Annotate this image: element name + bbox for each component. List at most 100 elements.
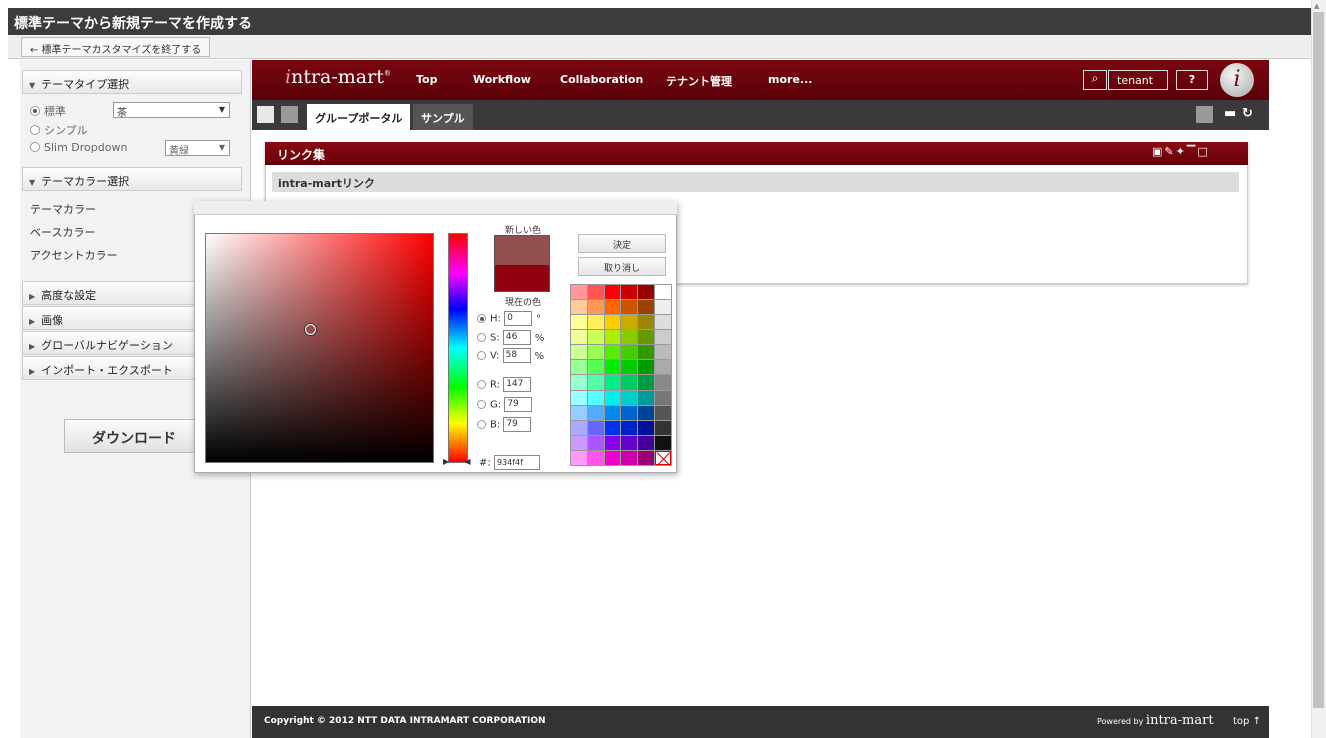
user-menu-icon[interactable]: i [1220,63,1254,97]
tab-sample[interactable]: サンプル [413,104,473,130]
palette-swatch[interactable] [587,405,604,420]
palette-swatch[interactable] [655,375,671,390]
palette-swatch[interactable] [604,330,621,345]
hue-input[interactable]: 0 [504,311,533,326]
palette-swatch[interactable] [571,345,587,360]
palette-swatch[interactable] [587,435,604,450]
layout-toggle-icon[interactable] [257,106,274,123]
value-input[interactable]: 58 [502,348,531,363]
theme-color-label[interactable]: テーマカラー [30,201,96,217]
palette-swatch[interactable] [604,285,621,300]
palette-swatch[interactable] [638,375,655,390]
palette-swatch[interactable] [621,345,638,360]
color-picker-drag-bar[interactable] [194,201,677,215]
palette-swatch[interactable] [638,420,655,435]
saturation-value-field[interactable] [205,233,434,463]
palette-swatch[interactable] [655,435,671,450]
hex-input[interactable]: 934f4f [493,455,540,470]
palette-swatch[interactable] [571,285,587,300]
tab-group-portal[interactable]: グループポータル [307,104,411,130]
palette-swatch[interactable] [638,315,655,330]
palette-swatch[interactable] [621,435,638,450]
palette-swatch[interactable] [655,345,671,360]
nav-more[interactable]: more... [768,73,812,86]
palette-swatch[interactable] [655,420,671,435]
radio-standard[interactable]: 標準 [30,103,66,119]
palette-swatch[interactable] [604,405,621,420]
palette-swatch[interactable] [571,375,587,390]
slim-color-select[interactable]: 黄緑 ▼ [165,140,230,157]
saturation-input[interactable]: 46 [502,330,531,345]
radio-unchecked-icon[interactable] [477,379,486,389]
palette-swatch[interactable] [655,330,671,345]
current-color-swatch[interactable] [494,265,550,292]
palette-swatch[interactable] [621,360,638,375]
scroll-up-arrow-icon[interactable]: ▲ [1314,2,1319,10]
help-button[interactable]: ? [1176,70,1208,90]
palette-swatch[interactable] [621,315,638,330]
palette-swatch[interactable] [587,285,604,300]
palette-swatch[interactable] [587,300,604,315]
palette-swatch[interactable] [621,450,638,465]
palette-swatch[interactable] [621,420,638,435]
palette-swatch[interactable] [587,360,604,375]
accent-color-label[interactable]: アクセントカラー [30,247,117,263]
section-theme-type[interactable]: ▼ テーマタイプ選択 [22,70,242,94]
section-theme-color[interactable]: ▼ テーマカラー選択 [22,167,242,191]
standard-color-select[interactable]: 茶 ▼ [113,102,230,119]
palette-swatch[interactable] [655,405,671,420]
search-button[interactable]: ⌕ [1083,70,1107,90]
palette-swatch[interactable] [655,390,671,405]
nav-top[interactable]: Top [416,73,437,86]
base-color-label[interactable]: ベースカラー [30,224,95,240]
palette-swatch[interactable] [638,285,655,300]
radio-unchecked-icon[interactable] [477,399,486,409]
palette-swatch[interactable] [587,375,604,390]
palette-swatch[interactable] [621,330,638,345]
palette-swatch[interactable] [587,345,604,360]
palette-swatch[interactable] [604,345,621,360]
palette-swatch[interactable] [604,375,621,390]
radio-unchecked-icon[interactable] [477,419,486,429]
palette-swatch[interactable] [621,405,638,420]
palette-swatch[interactable] [571,390,587,405]
palette-swatch[interactable] [655,315,671,330]
palette-swatch[interactable] [587,315,604,330]
palette-swatch[interactable] [571,435,587,450]
radio-checked-icon[interactable] [477,313,486,323]
green-input[interactable]: 79 [504,397,533,412]
palette-swatch[interactable] [638,300,655,315]
maximize-icon[interactable]: □ [1197,145,1209,158]
hue-slider[interactable] [448,233,468,463]
palette-swatch[interactable] [638,450,655,465]
palette-swatch[interactable] [571,315,587,330]
back-to-top-link[interactable]: top ↑ [1233,716,1261,727]
no-color-swatch-icon[interactable] [655,450,671,465]
palette-swatch[interactable] [604,315,621,330]
palette-swatch[interactable] [587,450,604,465]
pin-icon[interactable]: ✦ [1176,145,1187,158]
intramart-logo[interactable]: intra-mart® [285,66,391,88]
radio-unchecked-icon[interactable] [477,332,486,342]
palette-swatch[interactable] [655,360,671,375]
layout-toggle-icon[interactable] [281,106,298,123]
palette-swatch[interactable] [621,390,638,405]
exit-customize-button[interactable]: ← 標準テーマカスタマイズを終了する [21,37,211,57]
palette-swatch[interactable] [621,375,638,390]
palette-swatch[interactable] [571,360,587,375]
scrollbar-thumb[interactable] [1313,12,1324,708]
tenant-field[interactable]: tenant [1108,70,1168,90]
palette-swatch[interactable] [604,450,621,465]
palette-swatch[interactable] [638,405,655,420]
minimize-icon[interactable]: ▬ [1224,106,1236,121]
hue-slider-arrows-icon[interactable]: ▶ ◀ [443,457,471,466]
palette-swatch[interactable] [571,420,587,435]
palette-swatch[interactable] [587,390,604,405]
refresh-icon[interactable]: ↻ [1242,106,1253,121]
palette-swatch[interactable] [571,300,587,315]
palette-swatch[interactable] [638,435,655,450]
portlet-window-icon[interactable]: ▣ [1152,145,1164,158]
palette-swatch[interactable] [655,285,671,300]
palette-swatch[interactable] [638,360,655,375]
blue-input[interactable]: 79 [503,417,532,432]
